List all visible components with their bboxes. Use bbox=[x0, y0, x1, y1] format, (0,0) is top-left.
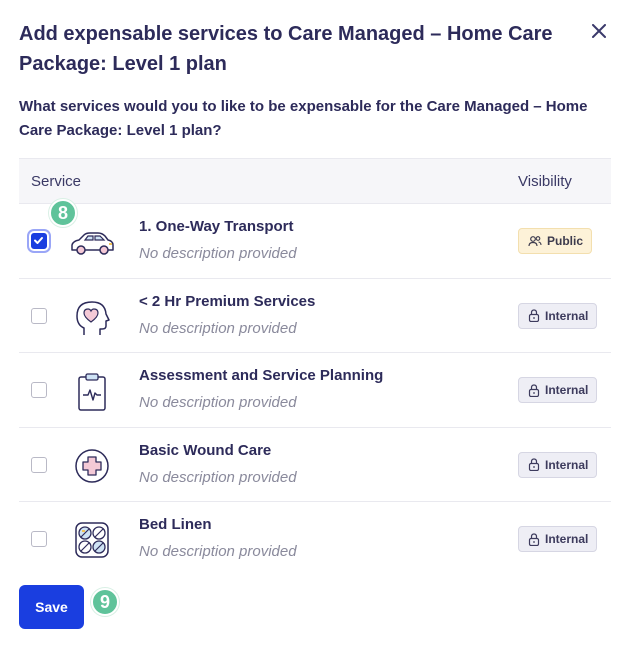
lock-icon bbox=[528, 383, 540, 397]
step-marker-8: 8 bbox=[49, 199, 77, 227]
visibility-badge: Internal bbox=[518, 377, 598, 403]
service-description: No description provided bbox=[139, 245, 297, 262]
visibility-label: Internal bbox=[545, 308, 589, 323]
dialog-question: What services would you to like to be ex… bbox=[19, 98, 588, 139]
car-icon bbox=[71, 232, 114, 255]
visibility-label: Public bbox=[547, 234, 584, 248]
step-marker-9: 9 bbox=[91, 588, 119, 616]
close-icon bbox=[592, 24, 606, 38]
lock-icon bbox=[528, 532, 540, 546]
service-checkbox[interactable] bbox=[31, 531, 47, 547]
save-button[interactable]: Save bbox=[19, 585, 84, 629]
visibility-label: Internal bbox=[545, 457, 589, 472]
visibility-badge: Internal bbox=[518, 451, 598, 478]
service-name: Bed Linen bbox=[139, 516, 212, 533]
service-description: No description provided bbox=[139, 394, 297, 411]
table-header: Service Visibility bbox=[19, 158, 611, 204]
visibility-label: Internal bbox=[545, 383, 589, 397]
service-checkbox[interactable] bbox=[31, 233, 47, 249]
service-checkbox[interactable] bbox=[31, 307, 47, 324]
clipboard-icon bbox=[78, 373, 106, 411]
lock-icon bbox=[528, 309, 540, 322]
visibility-badge: Internal bbox=[518, 302, 598, 329]
services-table: Service Visibility 1. One-Way Transport … bbox=[19, 158, 611, 577]
pills-icon bbox=[75, 522, 109, 558]
users-icon bbox=[528, 236, 542, 247]
service-description: No description provided bbox=[139, 468, 297, 486]
visibility-label: Internal bbox=[545, 532, 589, 546]
column-header-service: Service bbox=[31, 173, 82, 190]
table-row: 1. One-Way Transport No description prov… bbox=[19, 204, 611, 279]
close-button[interactable] bbox=[588, 20, 610, 42]
service-description: No description provided bbox=[139, 543, 297, 560]
table-row: Assessment and Service Planning No descr… bbox=[19, 353, 611, 428]
service-checkbox[interactable] bbox=[31, 456, 47, 473]
table-row: Basic Wound Care No description provided… bbox=[19, 428, 611, 502]
service-name: Assessment and Service Planning bbox=[139, 367, 384, 384]
service-checkbox[interactable] bbox=[31, 382, 47, 398]
visibility-badge: Public bbox=[518, 228, 593, 254]
service-name: < 2 Hr Premium Services bbox=[139, 292, 316, 310]
medical-cross-icon bbox=[75, 448, 109, 483]
service-name: 1. One-Way Transport bbox=[139, 218, 294, 235]
dialog-title: Add expensable services to Care Managed … bbox=[19, 23, 553, 75]
table-row: Bed Linen No description provided Intern… bbox=[19, 502, 611, 577]
service-description: No description provided bbox=[139, 319, 297, 337]
table-row: < 2 Hr Premium Services No description p… bbox=[19, 279, 611, 353]
column-header-visibility: Visibility bbox=[518, 173, 572, 190]
lock-icon bbox=[528, 458, 540, 471]
visibility-badge: Internal bbox=[518, 526, 598, 552]
head-heart-icon bbox=[76, 300, 110, 335]
service-name: Basic Wound Care bbox=[139, 441, 272, 459]
